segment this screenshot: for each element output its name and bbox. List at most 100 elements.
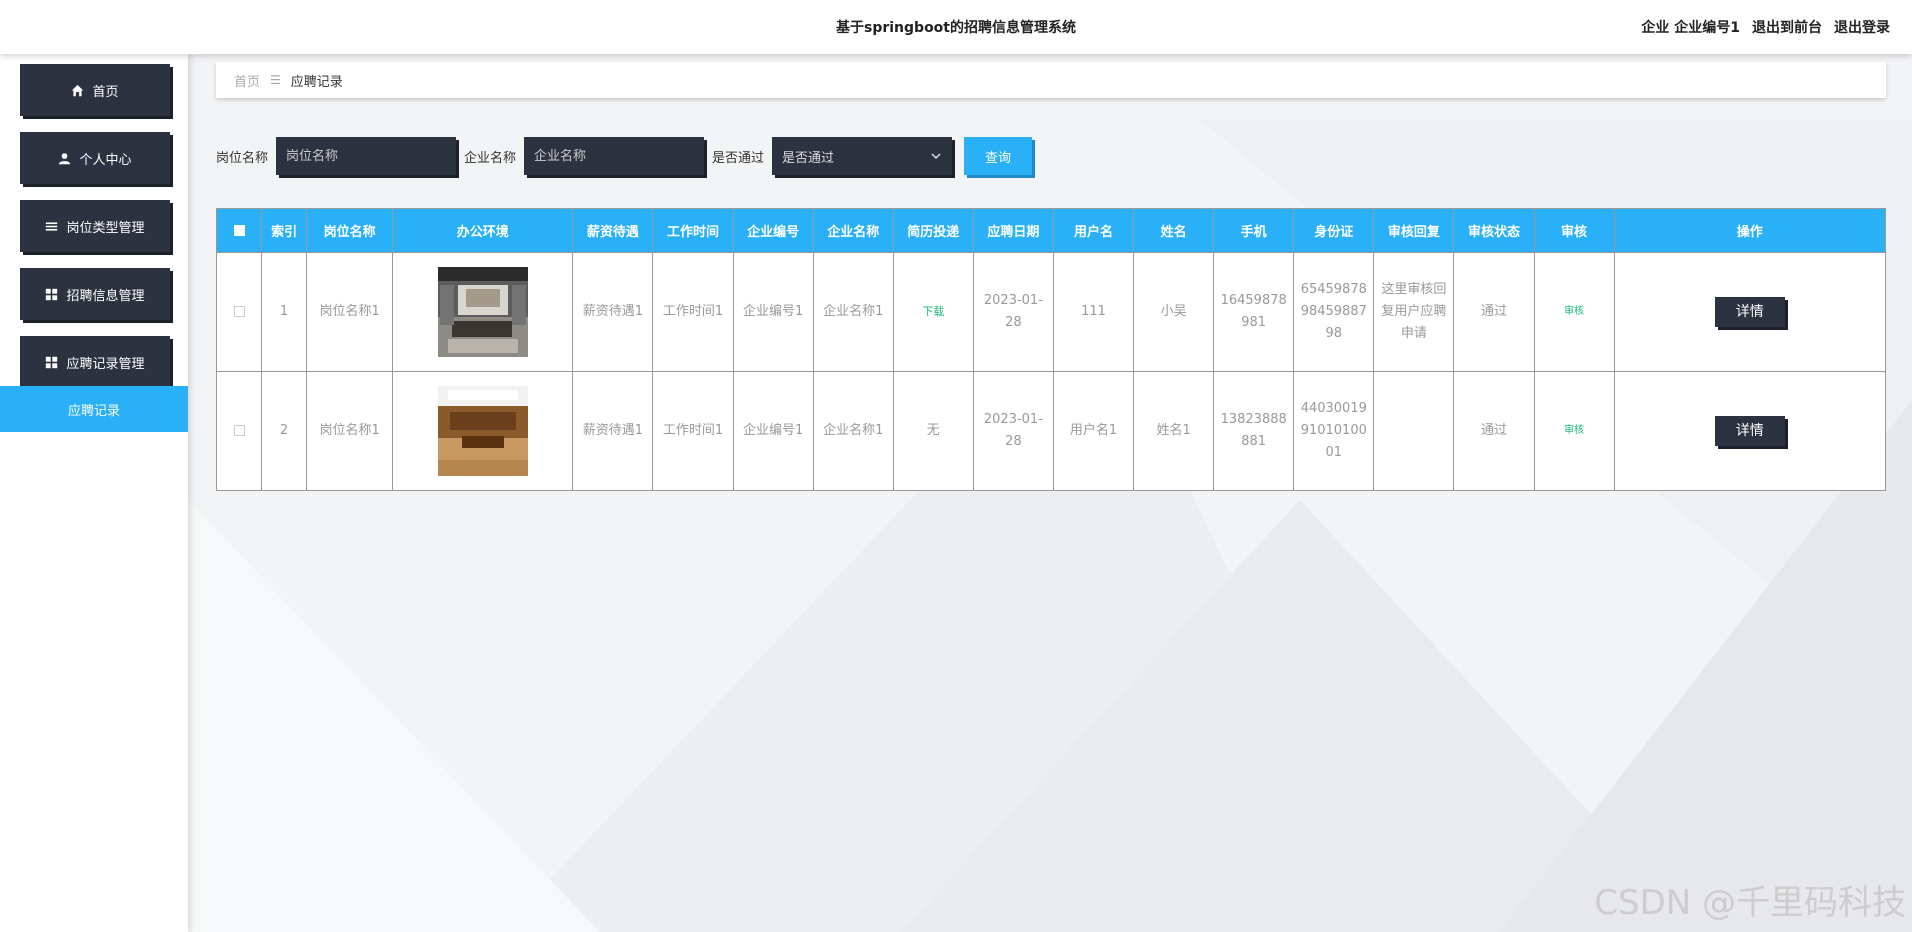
cell-username: 用户名1: [1052, 371, 1135, 491]
cell-date: 2023-01-28: [972, 252, 1054, 372]
cell-office-image: [392, 252, 574, 372]
column-header: 操作: [1613, 208, 1887, 253]
sidebar-item-recruit-info[interactable]: 招聘信息管理: [20, 268, 170, 320]
cell-salary: 薪资待遇1: [572, 371, 654, 491]
column-header: 办公环境: [392, 208, 574, 253]
column-header: 身份证: [1293, 208, 1375, 253]
sidebar-item-application-records[interactable]: 应聘记录管理: [20, 336, 170, 388]
column-header: 审核回复: [1373, 208, 1455, 253]
office-photo-image: [437, 267, 528, 357]
column-header: 企业编号: [732, 208, 814, 253]
cell-phone: 13823888881: [1213, 371, 1295, 491]
user-icon: [59, 152, 71, 164]
sidebar: 首页 个人中心 岗位类型管理 招聘信息管理 应聘记录管理 应聘记录: [0, 54, 188, 932]
column-header: 工作时间: [652, 208, 734, 253]
cell-username: 111: [1052, 252, 1135, 372]
job-name-input[interactable]: [276, 137, 457, 175]
company-name-label: 企业名称: [464, 150, 517, 166]
cell-date: 2023-01-28: [972, 371, 1054, 491]
table-row: 2 岗位名称1 薪资待遇1 工作时间1 企业编号1 企业名称1 无 2023-0…: [215, 371, 1887, 491]
company-name-input[interactable]: [524, 137, 705, 175]
sidebar-item-label: 应聘记录管理: [66, 356, 145, 372]
cell-status: 通过: [1453, 252, 1535, 372]
breadcrumb-current: 应聘记录: [290, 74, 343, 90]
pass-label: 是否通过: [712, 150, 765, 166]
cell-actions: 详情: [1613, 252, 1887, 372]
back-to-front-link[interactable]: 退出到前台: [1752, 17, 1822, 37]
sidebar-item-profile[interactable]: 个人中心: [20, 132, 170, 184]
cell-reply: [1373, 371, 1455, 491]
resume-download-link[interactable]: 下载: [892, 252, 974, 372]
grid-icon: [46, 356, 58, 368]
table-row: 1 岗位名称1 薪资待遇1 工作时间1 企业编号1 企业名称1 下载 2023-…: [215, 252, 1887, 372]
application-table: 索引 岗位名称 办公环境 薪资待遇 工作时间 企业编号 企业名称 简历投递 应聘…: [215, 208, 1887, 491]
column-header: 薪资待遇: [572, 208, 654, 253]
query-button[interactable]: 查询: [964, 137, 1033, 175]
row-checkbox-cell[interactable]: [215, 252, 263, 372]
sidebar-item-job-types[interactable]: 岗位类型管理: [20, 200, 170, 252]
column-header: 姓名: [1133, 208, 1215, 253]
office-photo-image: [437, 386, 528, 476]
cell-worktime: 工作时间1: [652, 371, 734, 491]
cell-job: 岗位名称1: [306, 252, 394, 372]
pass-select[interactable]: 是否通过: [772, 137, 953, 175]
grid-icon: [46, 288, 58, 300]
cell-office-image: [392, 371, 574, 491]
sidebar-item-label: 个人中心: [79, 152, 132, 168]
detail-button[interactable]: 详情: [1714, 297, 1785, 327]
sidebar-item-label: 招聘信息管理: [66, 288, 145, 304]
top-header: 基于springboot的招聘信息管理系统 企业 企业编号1 退出到前台 退出登…: [0, 0, 1912, 54]
cell-resume: 无: [892, 371, 974, 491]
watermark: CSDN @千里码科技: [1594, 883, 1906, 923]
search-bar: 岗位名称 企业名称 是否通过 是否通过 查询: [216, 136, 1033, 176]
cell-company-name: 企业名称1: [812, 252, 894, 372]
job-name-label: 岗位名称: [216, 150, 269, 166]
cell-job: 岗位名称1: [306, 371, 394, 491]
sidebar-item-label: 首页: [92, 84, 119, 100]
column-header: 简历投递: [892, 208, 974, 253]
row-checkbox-cell[interactable]: [215, 371, 263, 491]
header-user-area: 企业 企业编号1 退出到前台 退出登录: [1641, 17, 1890, 37]
cell-phone: 16459878981: [1213, 252, 1295, 372]
row-checkbox[interactable]: [233, 425, 245, 436]
cell-index: 1: [261, 252, 308, 372]
chevron-down-icon: [931, 153, 941, 160]
sidebar-subitem-application-record[interactable]: 应聘记录: [0, 386, 188, 432]
breadcrumb-home[interactable]: 首页: [234, 71, 260, 90]
column-header: 企业名称: [812, 208, 894, 253]
sidebar-item-home[interactable]: 首页: [20, 64, 170, 116]
audit-link[interactable]: 审核: [1533, 371, 1615, 491]
pass-select-value: 是否通过: [782, 150, 835, 166]
breadcrumb: 首页 ☰ 应聘记录: [216, 62, 1886, 98]
column-header: 审核: [1533, 208, 1615, 253]
cell-name: 小吴: [1133, 252, 1215, 372]
audit-link[interactable]: 审核: [1533, 252, 1615, 372]
cell-idcard: 654598789845988798: [1293, 252, 1375, 372]
cell-reply: 这里审核回复用户应聘申请: [1373, 252, 1455, 372]
select-all-checkbox[interactable]: [233, 225, 245, 236]
column-header: 索引: [261, 208, 308, 253]
row-checkbox[interactable]: [233, 306, 245, 317]
sidebar-item-label: 岗位类型管理: [66, 220, 145, 236]
cell-company-no: 企业编号1: [732, 252, 814, 372]
cell-company-no: 企业编号1: [732, 371, 814, 491]
cell-salary: 薪资待遇1: [572, 252, 654, 372]
column-header: 审核状态: [1453, 208, 1535, 253]
column-header: 用户名: [1052, 208, 1135, 253]
select-all-cell[interactable]: [215, 208, 263, 253]
column-header: 岗位名称: [306, 208, 394, 253]
cell-idcard: 440300199101010001: [1293, 371, 1375, 491]
user-role: 企业: [1641, 20, 1670, 36]
list-icon: [46, 221, 58, 231]
column-header: 应聘日期: [972, 208, 1054, 253]
detail-button[interactable]: 详情: [1714, 416, 1785, 446]
cell-index: 2: [261, 371, 308, 491]
table-header-row: 索引 岗位名称 办公环境 薪资待遇 工作时间 企业编号 企业名称 简历投递 应聘…: [215, 208, 1887, 253]
cell-name: 姓名1: [1133, 371, 1215, 491]
cell-worktime: 工作时间1: [652, 252, 734, 372]
home-icon: [72, 84, 84, 96]
logout-link[interactable]: 退出登录: [1834, 17, 1890, 37]
cell-actions: 详情: [1613, 371, 1887, 491]
cell-status: 通过: [1453, 371, 1535, 491]
system-title: 基于springboot的招聘信息管理系统: [836, 20, 1076, 36]
